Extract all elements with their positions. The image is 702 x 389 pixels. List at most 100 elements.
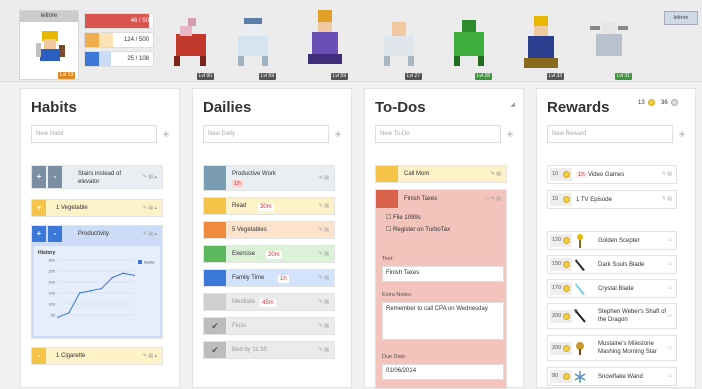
edit-icon[interactable]: ✎ ▤ ▴ xyxy=(143,348,157,364)
daily-item[interactable]: ✔ Floss ✎ ▤ xyxy=(203,317,335,335)
edit-icon[interactable]: ✎ ▤ xyxy=(662,196,672,202)
todo-item[interactable]: Call Mom ✎ ▤ xyxy=(375,165,507,183)
edit-icon[interactable]: ✎ ▤ xyxy=(319,318,329,334)
edit-icon[interactable]: ▭ ✎ ▤ xyxy=(485,190,501,208)
new-todo-input[interactable]: New To-Do xyxy=(375,125,501,143)
minus-button[interactable]: - xyxy=(48,166,62,188)
reward-item[interactable]: 200 Stephen Weber's Shaft of the Dragon … xyxy=(547,303,677,329)
daily-item[interactable]: ✔ Bed by 11:30 ✎ ▤ xyxy=(203,341,335,359)
minus-button[interactable]: - xyxy=(48,226,62,242)
party-level-badge: Lvl 33 xyxy=(546,73,564,80)
user-menu-button[interactable]: lefnire xyxy=(664,11,698,25)
edit-icon[interactable]: ✎ ▤ ▴ xyxy=(143,166,157,188)
experience-fill xyxy=(99,33,113,47)
todo-item-expanded[interactable]: Finish Taxes ▭ ✎ ▤ ☐ File 1099s ☐ Regist… xyxy=(375,189,507,389)
reward-item[interactable]: 200 Mustaine's Milestone Mashing Morning… xyxy=(547,335,677,361)
edit-icon[interactable]: ✎ ▤ xyxy=(319,342,329,358)
edit-icon[interactable]: ✎ ▤ xyxy=(491,166,501,182)
daily-checkbox[interactable] xyxy=(204,270,226,286)
reward-item[interactable]: 10 1 TV Episode ✎ ▤ xyxy=(547,190,677,209)
party-member[interactable]: Lvl 90 xyxy=(168,8,214,80)
daily-item[interactable]: Exercise 20m ✎ ▤ xyxy=(203,245,335,263)
info-icon[interactable]: ▭ xyxy=(667,237,672,243)
daily-checkbox[interactable] xyxy=(204,294,226,310)
party-member[interactable]: Lvl 31 xyxy=(586,8,632,80)
reward-item[interactable]: 90 Snowflake Wand ▭ xyxy=(547,367,677,386)
edit-icon[interactable]: ✎ ▤ xyxy=(319,166,329,190)
edit-icon[interactable]: ✎ ▤ xyxy=(319,294,329,310)
edit-icon[interactable]: ✎ ▤ ▴ xyxy=(143,226,157,242)
todo-checkbox[interactable] xyxy=(376,166,398,182)
reward-price[interactable]: 120 xyxy=(550,234,572,247)
reward-price[interactable]: 200 xyxy=(550,342,572,355)
reward-item[interactable]: 10 1h Video Games ✎ ▤ xyxy=(547,165,677,184)
todo-checkbox[interactable] xyxy=(376,190,398,208)
party-member[interactable]: Lvl 33 xyxy=(518,8,564,80)
add-reward-button[interactable]: + xyxy=(675,125,689,143)
daily-item[interactable]: Meditate 45m ✎ ▤ xyxy=(203,293,335,311)
edit-icon[interactable]: ✎ ▤ xyxy=(319,270,329,286)
add-daily-button[interactable]: + xyxy=(331,125,345,143)
daily-item[interactable]: 5 Vegetables ✎ ▤ xyxy=(203,221,335,239)
party-member[interactable]: Lvl 69 xyxy=(230,8,276,80)
checkmark-icon[interactable]: ✔ xyxy=(204,318,226,334)
party-member[interactable]: Lvl 59 xyxy=(302,4,348,80)
add-todo-button[interactable]: + xyxy=(503,125,517,143)
crystal-sword-icon xyxy=(575,283,585,295)
reward-price[interactable]: 10 xyxy=(550,168,572,181)
edit-icon[interactable]: ✎ ▤ xyxy=(319,246,329,262)
info-icon[interactable]: ▭ xyxy=(667,313,672,319)
checkmark-icon[interactable]: ✔ xyxy=(204,342,226,358)
new-reward-input[interactable]: New Reward xyxy=(547,125,673,143)
edit-icon[interactable]: ✎ ▤ xyxy=(662,171,672,177)
todo-text-input[interactable]: Finish Taxes xyxy=(382,266,504,282)
y-tick-label: 50 xyxy=(51,313,56,318)
minus-button[interactable]: - xyxy=(32,348,46,364)
todo-notes-textarea[interactable]: Remember to call CPA on Wednesday xyxy=(382,302,504,340)
party-member[interactable]: Lvl 28 xyxy=(446,8,492,80)
habit-item[interactable]: + - Productivity ✎ ▤ ▴ History 300 250 200 1… xyxy=(31,225,163,339)
party-member[interactable]: Lvl 27 xyxy=(376,8,422,80)
sword-icon xyxy=(575,259,585,271)
plus-button[interactable]: + xyxy=(32,200,46,216)
daily-item[interactable]: Family Time 1h ✎ ▤ xyxy=(203,269,335,287)
reward-price[interactable]: 200 xyxy=(550,310,572,323)
daily-item[interactable]: Read 30m ✎ ▤ xyxy=(203,197,335,215)
checklist-item[interactable]: ☐ Register on TurboTax xyxy=(386,226,450,234)
plus-button[interactable]: + xyxy=(32,166,46,188)
armored-mount-icon xyxy=(590,22,628,56)
reward-price[interactable]: 90 xyxy=(550,370,572,383)
habit-item[interactable]: + - Stairs instead of elevator ✎ ▤ ▴ xyxy=(31,165,163,189)
reward-item[interactable]: 120 Golden Scepter ▭ xyxy=(547,231,677,250)
daily-checkbox[interactable] xyxy=(204,198,226,214)
daily-checkbox[interactable] xyxy=(204,246,226,262)
reward-price[interactable]: 170 xyxy=(550,282,572,295)
habits-title: Habits xyxy=(31,99,77,116)
habit-item[interactable]: - 1 Cigarette ✎ ▤ ▴ xyxy=(31,347,163,365)
reward-price[interactable]: 150 xyxy=(550,258,572,271)
new-daily-input[interactable]: New Daily xyxy=(203,125,329,143)
edit-icon[interactable]: ✎ ▤ xyxy=(319,198,329,214)
reward-item[interactable]: 170 Crystal Blade ▭ xyxy=(547,279,677,298)
add-habit-button[interactable]: + xyxy=(159,125,173,143)
user-avatar-card[interactable]: lefnire Lvl 13 xyxy=(19,10,79,80)
new-habit-input[interactable]: New Habit xyxy=(31,125,157,143)
info-icon[interactable]: ▭ xyxy=(667,345,672,351)
habit-item[interactable]: + 1 Vegetable ✎ ▤ ▴ xyxy=(31,199,163,217)
edit-icon[interactable]: ✎ ▤ xyxy=(319,222,329,238)
info-icon[interactable]: ▭ xyxy=(667,285,672,291)
filter-icon[interactable]: ◢ xyxy=(510,101,515,108)
reward-price[interactable]: 10 xyxy=(550,193,572,206)
due-date-input[interactable]: 01/06/2014 xyxy=(382,364,504,380)
daily-text: Floss xyxy=(232,323,247,329)
info-icon[interactable]: ▭ xyxy=(667,373,672,379)
reward-item[interactable]: 150 Dark Souls Blade ▭ xyxy=(547,255,677,274)
plus-button[interactable]: + xyxy=(32,226,46,242)
edit-icon[interactable]: ✎ ▤ ▴ xyxy=(143,200,157,216)
daily-item[interactable]: Productive Work 1h ✎ ▤ xyxy=(203,165,335,191)
daily-checkbox[interactable] xyxy=(204,166,226,190)
checklist-item[interactable]: ☐ File 1099s xyxy=(386,214,421,222)
info-icon[interactable]: ▭ xyxy=(667,261,672,267)
score-point xyxy=(78,292,81,294)
daily-checkbox[interactable] xyxy=(204,222,226,238)
